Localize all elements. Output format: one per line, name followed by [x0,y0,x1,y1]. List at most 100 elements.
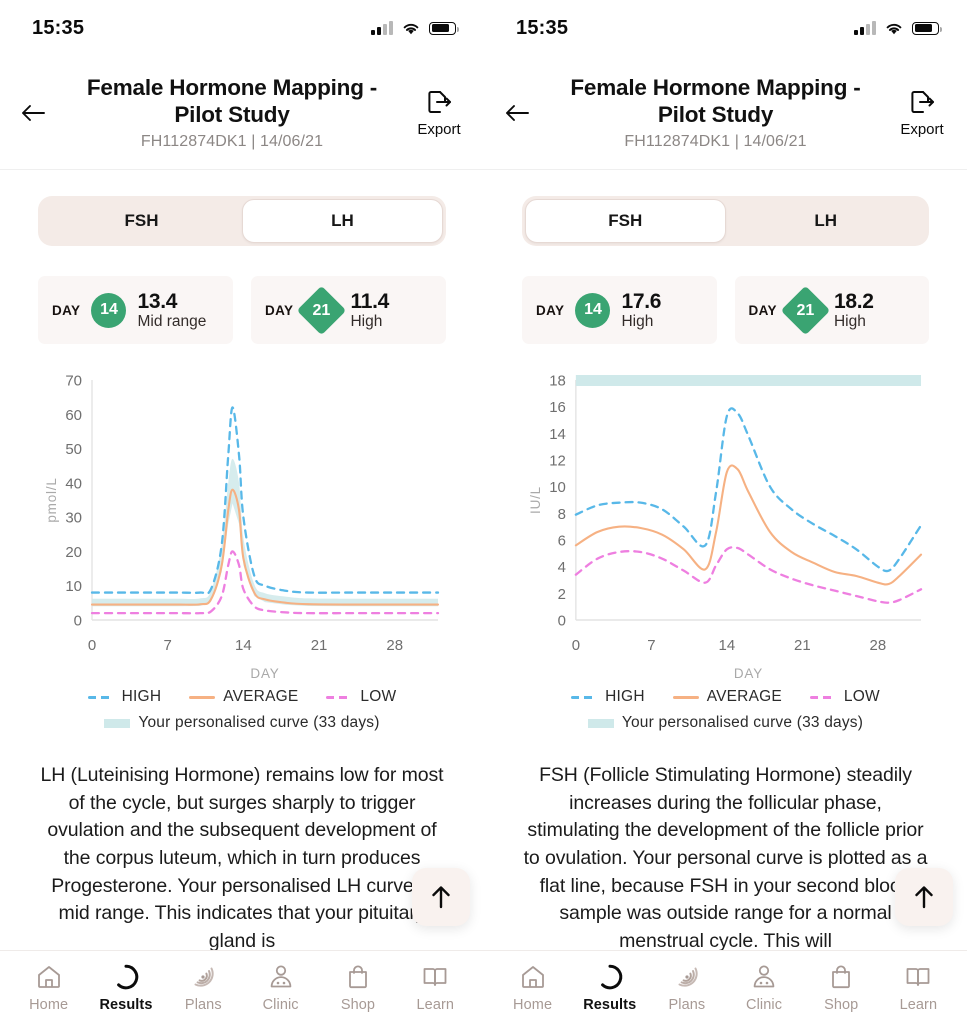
svg-text:60: 60 [65,407,82,424]
metric-value: 13.4 [137,289,178,313]
back-arrow-icon [506,104,529,121]
wifi-icon [403,23,419,34]
legend-row-personalised: Your personalised curve (33 days) [38,714,446,732]
legend-item-low: LOW [326,688,396,706]
shop-bag-icon [349,965,367,988]
wifi-icon [886,23,902,34]
legend-item-low: LOW [809,688,880,706]
day-number: 14 [584,301,602,318]
tab-home[interactable]: Home [13,963,85,1013]
legend-row-primary: HIGH AVERAGE LOW [38,688,446,706]
svg-text:28: 28 [870,637,887,654]
dual-phone-screenshot: 15:35 Female Hormone Mapping - Pilot Stu… [0,0,967,1024]
svg-text:50: 50 [65,441,82,458]
metric-value: 18.2 [833,289,874,313]
tab-clinic[interactable]: Clinic [245,963,317,1013]
svg-text:10: 10 [549,479,566,496]
chart-legend: HIGH AVERAGE LOW Your personalised curve [522,688,929,732]
hormone-chart-fsh: 0 2 4 6 8 10 12 14 16 18 IU/L 0 7 14 21 28 DAY [522,372,929,682]
svg-text:0: 0 [74,613,82,630]
svg-text:70: 70 [65,373,82,390]
tab-learn[interactable]: Learn [399,963,471,1013]
svg-text:20: 20 [65,544,82,561]
page-subtitle: FH112874DK1 | 14/06/21 [624,133,807,150]
tab-shop[interactable]: Shop [805,963,877,1013]
svg-text:28: 28 [386,637,403,654]
legend-swatch-low [326,695,353,699]
tab-shop[interactable]: Shop [322,963,394,1013]
legend-item-average: AVERAGE [189,688,298,706]
status-time: 15:35 [32,16,85,39]
tab-label: Home [29,996,69,1013]
export-label: Export [900,120,944,138]
bottom-tab-bar: Home Results Plans Clinic Shop Learn [0,950,484,1024]
metric-state: Mid range [137,313,207,331]
page-subtitle: FH112874DK1 | 14/06/21 [140,133,324,150]
legend-swatch-low [809,695,836,699]
back-button[interactable] [10,90,56,136]
hormone-chart-lh: 0 10 20 30 40 50 60 70 pmol/L 0 7 14 21 28 DAY [38,372,446,682]
tab-plans[interactable]: Plans [167,963,239,1013]
metric-card-day21[interactable]: DAY 21 18.2 High [734,276,929,344]
results-ring-icon [600,964,622,989]
legend-swatch-average [189,695,216,699]
metric-card-day14[interactable]: DAY 14 17.6 High [522,276,717,344]
svg-text:0: 0 [572,637,580,654]
legend-label-high: HIGH [121,688,162,705]
scroll-content[interactable]: FSH LH DAY 14 17.6 High DAY 21 18.2 High… [484,170,967,950]
app-header: Female Hormone Mapping - Pilot Study FH1… [484,56,967,170]
legend-label-high: HIGH [605,688,645,705]
metric-card-day14[interactable]: DAY 14 13.4 Mid range [38,276,233,344]
chart-legend: HIGH AVERAGE LOW Your personalised curve [38,688,446,732]
svg-text:16: 16 [549,399,566,416]
metric-values: 18.2 High [834,290,874,331]
metric-card-day21[interactable]: DAY 21 11.4 High [251,276,446,344]
metric-values: 11.4 High [350,290,389,331]
tab-plans[interactable]: Plans [651,963,723,1013]
tab-fsh[interactable]: FSH [41,199,242,243]
hormone-description: LH (Luteinising Hormone) remains low for… [40,764,444,950]
scroll-content[interactable]: FSH LH DAY 14 13.4 Mid range DAY 21 11.4 [0,170,484,950]
scroll-to-top-arrow-icon [432,886,450,909]
tab-lh[interactable]: LH [726,199,927,243]
scroll-to-top-button[interactable] [895,868,953,926]
metric-state: High [833,313,866,331]
export-button[interactable]: Export [408,88,470,138]
svg-text:IU/L: IU/L [528,486,543,514]
scroll-to-top-arrow-icon [915,886,933,909]
cellular-signal-icon [854,21,876,35]
day-number: 21 [313,300,331,318]
svg-text:14: 14 [719,637,736,654]
tab-results[interactable]: Results [574,963,646,1013]
day-badge-circle: 14 [91,292,127,328]
page-title: Female Hormone Mapping - Pilot Study [86,75,378,127]
svg-text:14: 14 [549,426,566,443]
hormone-tab-group: FSH LH [38,196,446,246]
legend-item-personalised: Your personalised curve (33 days) [587,714,863,732]
metric-value: 11.4 [350,289,389,313]
tab-learn[interactable]: Learn [882,963,954,1013]
day-badge-circle: 14 [575,292,611,328]
tab-fsh[interactable]: FSH [525,199,726,243]
scroll-to-top-button[interactable] [412,868,470,926]
tab-label: Shop [340,996,376,1013]
clinic-doctor-icon [753,965,775,987]
battery-icon [912,21,942,35]
day-number: 21 [796,300,815,318]
tab-lh[interactable]: LH [242,199,443,243]
back-arrow-icon [22,104,45,121]
export-button[interactable]: Export [891,88,953,138]
export-label: Export [417,120,461,138]
tab-label: Shop [824,996,859,1013]
back-button[interactable] [494,90,540,136]
learn-book-icon [906,967,930,986]
tab-clinic[interactable]: Clinic [728,963,800,1013]
phone-screen-lh: 15:35 Female Hormone Mapping - Pilot Stu… [0,0,484,1024]
metric-card-row: DAY 14 17.6 High DAY 21 18.2 High [522,276,929,344]
legend-label-low: LOW [843,688,880,705]
tab-home[interactable]: Home [497,963,569,1013]
tab-results[interactable]: Results [90,963,162,1013]
svg-text:2: 2 [558,586,566,603]
legend-label-average: AVERAGE [223,688,299,705]
day-label: DAY [52,302,81,318]
